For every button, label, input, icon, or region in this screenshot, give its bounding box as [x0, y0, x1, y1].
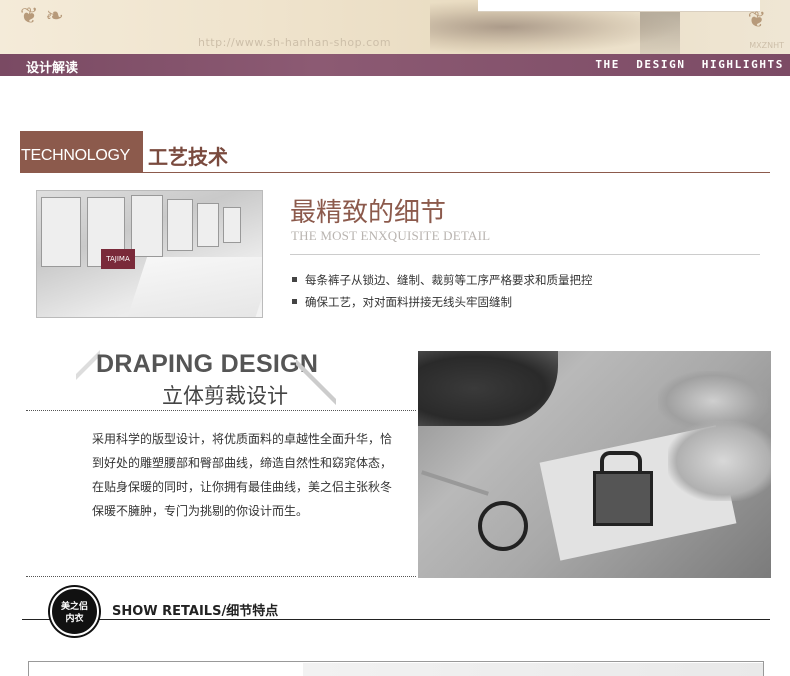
machine-head	[131, 195, 163, 257]
bullet-text: 确保工艺，对对面料拼接无线头牢固缝制	[305, 295, 512, 309]
left-ornament-icon: ❦ ❧	[20, 4, 64, 29]
top-banner: ❦ ❧ ❦ http://www.sh-hanhan-shop.com MXZN…	[0, 0, 790, 54]
section-bar: 设计解读 THE DESIGN HIGHLIGHTS	[0, 54, 790, 76]
machine-head	[41, 197, 81, 267]
fabric	[126, 257, 262, 317]
details-title: SHOW RETAILS/细节特点	[112, 604, 279, 619]
draping-title-cn: 立体剪裁设计	[162, 384, 288, 408]
dark-fabric	[418, 351, 558, 426]
detail-title: 最精致的细节	[290, 198, 447, 228]
scissors-blade	[421, 470, 489, 496]
draping-title-en: DRAPING DESIGN	[96, 350, 319, 378]
dotted-divider	[26, 410, 416, 411]
machine-head	[197, 203, 219, 247]
brand-badge: 美之侣 内衣	[50, 587, 99, 636]
draping-paragraph: 采用科学的版型设计，将优质面料的卓越性全面升华，恰到好处的雕塑腰部和臀部曲线，缔…	[92, 432, 393, 518]
pattern-weight	[593, 471, 653, 526]
list-item: 每条裤子从锁边、缝制、裁剪等工序严格要求和质量把控	[292, 272, 593, 288]
machine-logo: TAJIMA	[101, 249, 135, 269]
details-divider	[22, 619, 770, 620]
technology-title: 工艺技术	[148, 145, 228, 169]
bullet-square-icon	[292, 299, 297, 304]
technology-tag: TECHNOLOGY	[20, 131, 143, 173]
banner-white-strip	[478, 0, 760, 12]
right-ornament-icon: ❦	[747, 8, 766, 33]
embroidery-machine-photo: TAJIMA	[36, 190, 263, 318]
badge-line: 美之侣	[60, 602, 88, 612]
section-label-cn: 设计解读	[26, 61, 79, 76]
watermark-code: MXZNHT	[749, 41, 784, 50]
hand	[668, 421, 771, 501]
dotted-divider	[26, 576, 416, 577]
bullet-text: 每条裤子从锁边、缝制、裁剪等工序严格要求和质量把控	[305, 273, 593, 287]
technology-divider	[143, 172, 770, 173]
detail-subtitle: THE MOST ENXQUISITE DETAIL	[291, 228, 491, 243]
section-label-en: THE DESIGN HIGHLIGHTS	[595, 58, 784, 71]
list-item: 确保工艺，对对面料拼接无线头牢固缝制	[292, 294, 512, 310]
bullet-square-icon	[292, 277, 297, 282]
scissors-icon	[478, 501, 528, 551]
machine-head	[167, 199, 193, 251]
page: ❦ ❧ ❦ http://www.sh-hanhan-shop.com MXZN…	[0, 0, 790, 676]
badge-line: 内衣	[65, 614, 84, 624]
watermark: http://www.sh-hanhan-shop.com	[198, 36, 392, 49]
detail-divider	[290, 254, 760, 255]
machine-head	[223, 207, 241, 243]
details-frame-strip	[303, 663, 763, 676]
slash-decoration	[296, 358, 336, 406]
tailoring-photo	[418, 351, 771, 578]
